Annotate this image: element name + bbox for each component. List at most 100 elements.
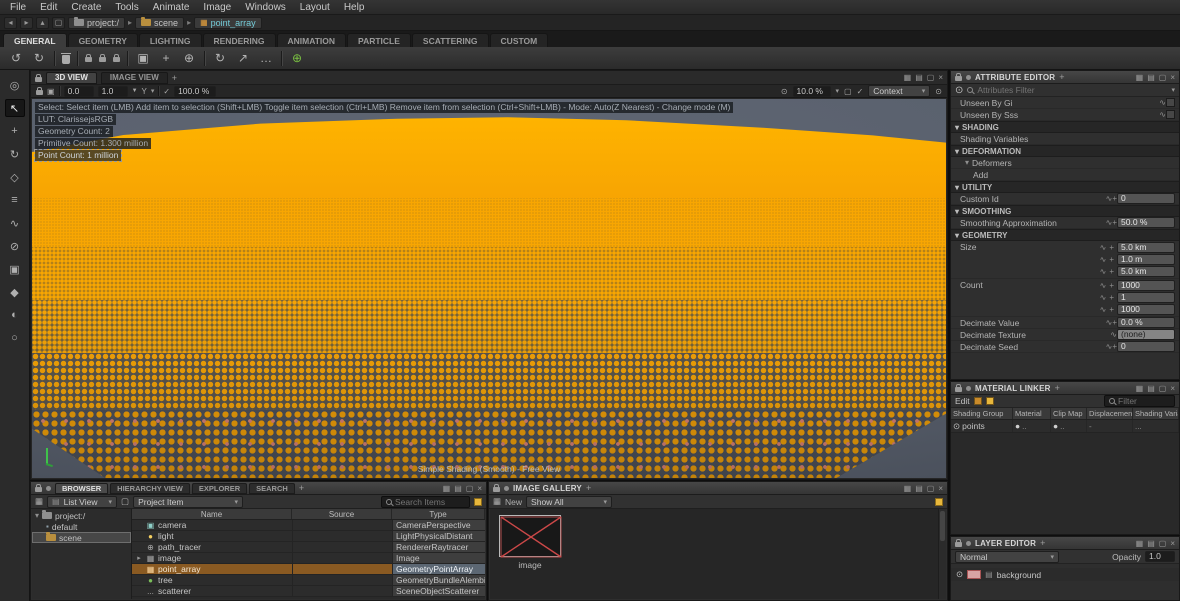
material-swatch-icon[interactable] bbox=[974, 397, 982, 405]
panel-close-icon[interactable]: × bbox=[938, 73, 943, 82]
lock-icon[interactable] bbox=[955, 542, 962, 547]
opacity-field[interactable]: 1.0 bbox=[1145, 551, 1175, 562]
more-icon[interactable]: .. bbox=[1060, 422, 1064, 431]
panel-pane-icon[interactable]: ▢ bbox=[927, 73, 935, 82]
filter-channel-label[interactable]: Y bbox=[142, 87, 147, 96]
back-icon[interactable]: ◂ bbox=[4, 17, 17, 29]
gamma-field[interactable]: 1.0 bbox=[98, 86, 128, 97]
new-item-icon[interactable]: ▦ bbox=[35, 496, 43, 507]
redo-icon[interactable]: ↻ bbox=[31, 51, 47, 65]
section-smoothing[interactable]: ▾ SMOOTHING bbox=[951, 205, 1179, 217]
lock-icon[interactable] bbox=[493, 487, 500, 492]
table-row-camera[interactable]: ▣camera CameraPerspective bbox=[132, 520, 485, 531]
table-row-light[interactable]: ●light LightPhysicalDistant bbox=[132, 531, 485, 542]
context-color-icon[interactable] bbox=[935, 498, 943, 506]
more-icon[interactable]: .. bbox=[1022, 422, 1026, 431]
curve-icon[interactable]: ∿ bbox=[1106, 194, 1113, 203]
material-filter-input[interactable] bbox=[1118, 396, 1170, 406]
check-icon[interactable]: ✓ bbox=[857, 87, 864, 96]
pivot-icon[interactable]: ⊕ bbox=[181, 51, 197, 65]
tab-rendering[interactable]: RENDERING bbox=[203, 33, 276, 47]
lock-icon[interactable] bbox=[35, 77, 42, 82]
attr-row-add-deformer[interactable]: Add bbox=[951, 169, 1179, 181]
breadcrumb-root[interactable]: project:/ bbox=[68, 17, 125, 29]
snap-tool-icon[interactable]: ≡ bbox=[5, 191, 25, 209]
curve-icon[interactable]: ∿ bbox=[1106, 318, 1113, 327]
view-mode-dropdown[interactable]: ▤ List View ▾ bbox=[47, 496, 117, 508]
tab-lighting[interactable]: LIGHTING bbox=[139, 33, 202, 47]
gallery-item[interactable]: image bbox=[498, 515, 562, 570]
add-tab-icon[interactable]: + bbox=[1055, 383, 1060, 393]
column-source[interactable]: Source bbox=[292, 509, 392, 519]
display-sphere-icon[interactable]: ○ bbox=[5, 329, 25, 347]
panel-list-icon[interactable]: ▤ bbox=[915, 484, 923, 493]
rotate-tool-icon[interactable]: ↻ bbox=[5, 145, 25, 163]
menu-item-file[interactable]: File bbox=[3, 2, 33, 13]
tab-animation[interactable]: ANIMATION bbox=[277, 33, 347, 47]
menu-item-edit[interactable]: Edit bbox=[33, 2, 64, 13]
context-color-icon[interactable] bbox=[474, 498, 482, 506]
column-displacement[interactable]: Displacement bbox=[1087, 408, 1133, 419]
curve-icon[interactable]: ∿ bbox=[1100, 293, 1107, 302]
panel-pane-icon[interactable]: ▢ bbox=[466, 484, 474, 493]
breadcrumb-scene[interactable]: scene bbox=[135, 17, 184, 29]
material-sphere-icon[interactable]: ● bbox=[1015, 421, 1020, 431]
undo-icon[interactable]: ↺ bbox=[8, 51, 24, 65]
add-tab-icon[interactable]: + bbox=[1040, 538, 1045, 548]
slice-tool-icon[interactable]: ⊘ bbox=[5, 237, 25, 255]
sampling-icon[interactable]: ⊙ bbox=[781, 87, 788, 96]
camera-select-icon[interactable]: ▣ bbox=[47, 87, 55, 96]
layer-row-background[interactable]: ⊙ ▤ background bbox=[951, 568, 1179, 581]
screen-icon[interactable]: ▢ bbox=[52, 17, 65, 29]
viewport-canvas[interactable]: Select: Select item (LMB) Add item to se… bbox=[32, 99, 946, 478]
transform-icon[interactable]: ▣ bbox=[135, 51, 151, 65]
add-key-icon[interactable]: + bbox=[1109, 255, 1114, 264]
count-x-field[interactable]: 1000 bbox=[1117, 280, 1175, 291]
lock-icon[interactable] bbox=[35, 487, 42, 492]
lock-icon[interactable] bbox=[36, 90, 43, 95]
filter-icon[interactable]: ▢ bbox=[121, 496, 129, 507]
expand-icon[interactable]: ▸ bbox=[135, 554, 143, 562]
menu-item-layout[interactable]: Layout bbox=[293, 2, 337, 13]
tab-3d-view[interactable]: 3D VIEW bbox=[46, 72, 97, 84]
dropdown-icon[interactable]: ▾ bbox=[1171, 86, 1175, 94]
panel-pane-icon[interactable]: ▢ bbox=[1159, 73, 1167, 82]
section-shading[interactable]: ▾ SHADING bbox=[951, 121, 1179, 133]
select-tool-icon[interactable]: ↖ bbox=[5, 99, 25, 117]
item-type-dropdown[interactable]: Project Item ▾ bbox=[133, 496, 243, 508]
curve-tool-icon[interactable]: ∿ bbox=[5, 214, 25, 232]
decimate-value-field[interactable]: 0.0 % bbox=[1117, 317, 1175, 328]
tab-hierarchy-view[interactable]: HIERARCHY VIEW bbox=[110, 483, 190, 494]
menu-item-tools[interactable]: Tools bbox=[108, 2, 145, 13]
panel-pane-icon[interactable]: ▢ bbox=[1159, 539, 1167, 548]
curve-icon[interactable]: ∿ bbox=[1100, 267, 1107, 276]
curve-icon[interactable]: ∿ bbox=[1100, 243, 1107, 252]
axis-icon[interactable]: + bbox=[158, 51, 174, 65]
panel-close-icon[interactable]: × bbox=[1170, 384, 1175, 393]
menu-item-animate[interactable]: Animate bbox=[146, 2, 197, 13]
menu-item-create[interactable]: Create bbox=[64, 2, 108, 13]
column-shading-variables[interactable]: Shading Varia bbox=[1133, 408, 1179, 419]
column-name[interactable]: Name bbox=[132, 509, 292, 519]
pivot-tool-icon[interactable]: ◆ bbox=[5, 283, 25, 301]
lock-icon[interactable] bbox=[99, 57, 106, 62]
add-tab-icon[interactable]: + bbox=[172, 73, 177, 83]
dropdown-icon[interactable]: ▾ bbox=[836, 87, 840, 95]
section-deformation[interactable]: ▾ DEFORMATION bbox=[951, 145, 1179, 157]
lock-icon[interactable] bbox=[955, 387, 962, 392]
smoothing-field[interactable]: 50.0 % bbox=[1117, 217, 1175, 228]
panel-grid-icon[interactable]: ▦ bbox=[1136, 73, 1144, 82]
column-shading-group[interactable]: Shading Group bbox=[951, 408, 1013, 419]
export-icon[interactable]: ↗ bbox=[235, 51, 251, 65]
column-clip-map[interactable]: Clip Map bbox=[1051, 408, 1087, 419]
curve-icon[interactable]: ∿ bbox=[1100, 281, 1107, 290]
panel-grid-icon[interactable]: ▦ bbox=[904, 484, 912, 493]
gallery-scrollbar[interactable] bbox=[938, 509, 946, 599]
add-key-icon[interactable]: + bbox=[1109, 267, 1114, 276]
panel-close-icon[interactable]: × bbox=[938, 484, 943, 493]
tab-explorer[interactable]: EXPLORER bbox=[192, 483, 247, 494]
section-utility[interactable]: ▾ UTILITY bbox=[951, 181, 1179, 193]
decimate-texture-field[interactable]: (none) bbox=[1117, 329, 1175, 340]
curve-icon[interactable]: ∿ bbox=[1100, 305, 1107, 314]
panel-list-icon[interactable]: ▤ bbox=[915, 73, 923, 82]
